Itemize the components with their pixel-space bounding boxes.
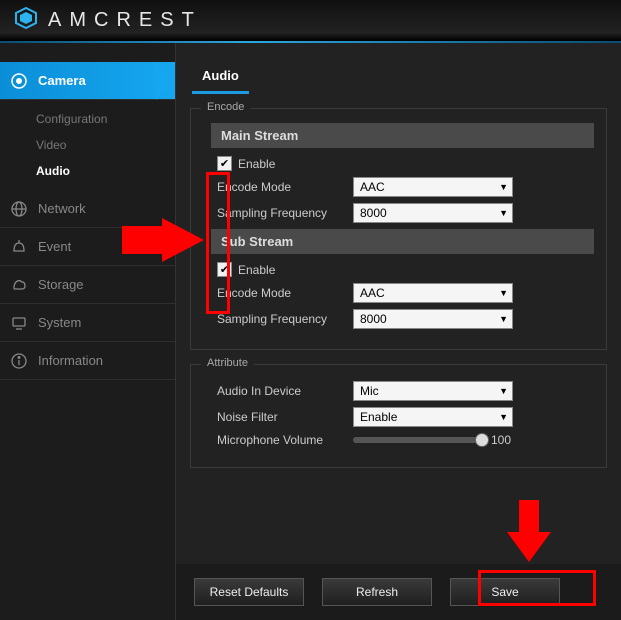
sidebar-item-label: Network (38, 201, 86, 216)
label-main-encode-mode: Encode Mode (217, 180, 347, 194)
panel-encode: Encode Main Stream ✔ Enable Encode Mode … (190, 108, 607, 350)
label-sub-enable: Enable (238, 263, 275, 277)
sidebar-item-system[interactable]: System (0, 304, 175, 342)
label-mic-volume: Microphone Volume (217, 433, 347, 447)
panel-encode-legend: Encode (201, 101, 250, 113)
chevron-down-icon: ▼ (499, 288, 508, 298)
label-noise-filter: Noise Filter (217, 410, 347, 424)
checkbox-sub-enable[interactable]: ✔ (217, 262, 232, 277)
sidebar-item-label: Information (38, 353, 103, 368)
sidebar-item-label: Storage (38, 277, 84, 292)
sidebar-subitem-configuration[interactable]: Configuration (0, 106, 175, 132)
label-audio-in-device: Audio In Device (217, 384, 347, 398)
brand-name: AMCREST (48, 9, 202, 32)
header: AMCREST (0, 0, 621, 42)
sidebar-item-label: Camera (38, 73, 86, 88)
content: Audio Encode Main Stream ✔ Enable Encode… (176, 42, 621, 620)
sidebar-subitem-audio[interactable]: Audio (0, 158, 175, 184)
sidebar-item-camera[interactable]: Camera (0, 62, 175, 100)
sidebar: Camera Configuration Video Audio Network… (0, 42, 176, 620)
chevron-down-icon: ▼ (499, 412, 508, 422)
sidebar-subitem-video[interactable]: Video (0, 132, 175, 158)
chevron-down-icon: ▼ (499, 314, 508, 324)
button-bar: Reset Defaults Refresh Save (176, 564, 621, 620)
information-icon (10, 352, 28, 370)
select-value: AAC (360, 286, 385, 300)
sidebar-item-label: Event (38, 239, 71, 254)
select-value: 8000 (360, 206, 387, 220)
panel-attribute-legend: Attribute (201, 357, 254, 369)
sidebar-submenu-camera: Configuration Video Audio (0, 100, 175, 190)
label-main-enable: Enable (238, 157, 275, 171)
sidebar-item-event[interactable]: Event (0, 228, 175, 266)
select-sub-sampling[interactable]: 8000 ▼ (353, 309, 513, 329)
network-icon (10, 200, 28, 218)
select-main-encode-mode[interactable]: AAC ▼ (353, 177, 513, 197)
storage-icon (10, 276, 28, 294)
camera-icon (10, 72, 28, 90)
chevron-down-icon: ▼ (499, 182, 508, 192)
select-value: 8000 (360, 312, 387, 326)
select-value: AAC (360, 180, 385, 194)
section-sub-stream: Sub Stream (211, 229, 594, 254)
chevron-down-icon: ▼ (499, 386, 508, 396)
label-sub-sampling: Sampling Frequency (217, 312, 347, 326)
slider-mic-volume-value: 100 (491, 433, 511, 447)
event-icon (10, 238, 28, 256)
reset-defaults-button[interactable]: Reset Defaults (194, 578, 304, 606)
sidebar-item-label: System (38, 315, 81, 330)
select-value: Enable (360, 410, 397, 424)
brand-logo-icon (14, 6, 38, 35)
select-value: Mic (360, 384, 379, 398)
select-main-sampling[interactable]: 8000 ▼ (353, 203, 513, 223)
chevron-down-icon: ▼ (499, 208, 508, 218)
label-main-sampling: Sampling Frequency (217, 206, 347, 220)
label-sub-encode-mode: Encode Mode (217, 286, 347, 300)
sidebar-item-storage[interactable]: Storage (0, 266, 175, 304)
section-main-stream: Main Stream (211, 123, 594, 148)
select-audio-in-device[interactable]: Mic ▼ (353, 381, 513, 401)
tab-audio[interactable]: Audio (192, 62, 249, 94)
panel-attribute: Attribute Audio In Device Mic ▼ Noise Fi… (190, 364, 607, 468)
checkbox-main-enable[interactable]: ✔ (217, 156, 232, 171)
select-noise-filter[interactable]: Enable ▼ (353, 407, 513, 427)
system-icon (10, 314, 28, 332)
tabs: Audio (176, 42, 621, 94)
sidebar-item-information[interactable]: Information (0, 342, 175, 380)
refresh-button[interactable]: Refresh (322, 578, 432, 606)
slider-mic-volume[interactable] (353, 437, 483, 443)
slider-thumb[interactable] (475, 433, 489, 447)
sidebar-item-network[interactable]: Network (0, 190, 175, 228)
save-button[interactable]: Save (450, 578, 560, 606)
select-sub-encode-mode[interactable]: AAC ▼ (353, 283, 513, 303)
